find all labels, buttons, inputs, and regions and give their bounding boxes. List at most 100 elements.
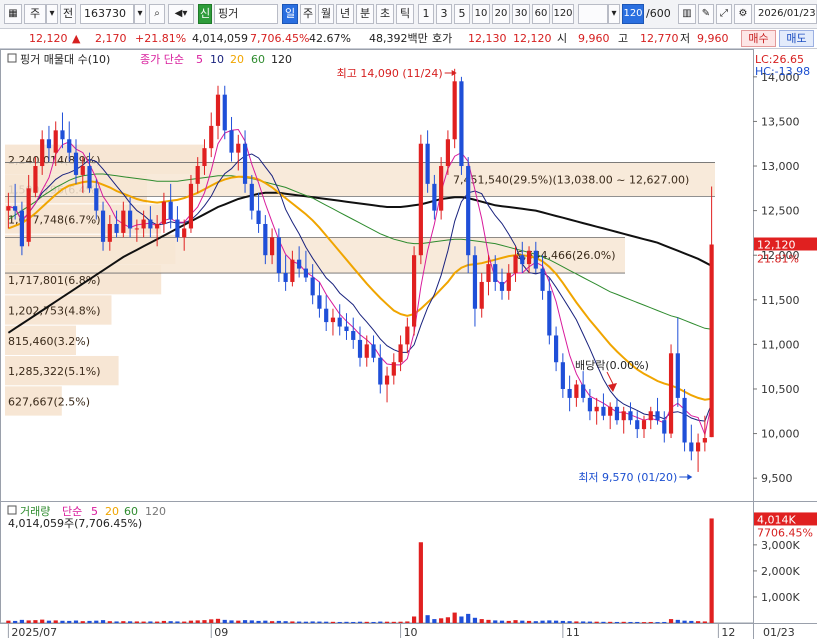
candle-body bbox=[398, 344, 403, 363]
volume-bar bbox=[378, 621, 383, 623]
period-tab-month[interactable]: 월 bbox=[318, 4, 334, 24]
candle-body bbox=[80, 166, 85, 175]
interval-5[interactable]: 5 bbox=[454, 4, 470, 24]
stock-code-input[interactable]: 163730 bbox=[80, 4, 134, 24]
candle-body bbox=[628, 411, 633, 421]
volume-bar bbox=[668, 619, 674, 623]
volume-bar bbox=[26, 620, 31, 623]
max-price-annotation: 최고 14,090 (11/24) bbox=[337, 67, 443, 80]
candle-body bbox=[378, 357, 383, 385]
volume-bar bbox=[432, 619, 437, 623]
current-price-axis-label: 12,120 bbox=[757, 239, 796, 252]
period-tab-minute[interactable]: 분 bbox=[356, 4, 374, 24]
candle-body bbox=[202, 148, 207, 167]
legend-ma10: 10 bbox=[210, 53, 224, 66]
gear-icon[interactable]: ⚙ bbox=[734, 4, 752, 24]
candle-body bbox=[337, 317, 342, 327]
candle-body bbox=[263, 223, 268, 256]
dividend-annotation: 배당락(0.00%) bbox=[575, 359, 649, 372]
candle-body bbox=[655, 411, 660, 421]
candle-body bbox=[26, 188, 31, 242]
candle-body bbox=[161, 201, 167, 224]
interval-20[interactable]: 20 bbox=[492, 4, 510, 24]
bid-price: 12,120 bbox=[513, 32, 552, 45]
high-label: 고 bbox=[618, 32, 629, 45]
search-icon[interactable]: ⌕ bbox=[149, 4, 165, 24]
candle-body bbox=[242, 143, 248, 184]
volume-bar bbox=[161, 620, 167, 623]
interval-1[interactable]: 1 bbox=[418, 4, 434, 24]
volume-bar bbox=[635, 621, 640, 623]
count-input[interactable]: 120 bbox=[622, 4, 644, 24]
interval-120[interactable]: 120 bbox=[552, 4, 574, 24]
volume-bar bbox=[601, 621, 606, 623]
volume-bar bbox=[452, 612, 457, 623]
volume-bar bbox=[709, 518, 714, 623]
candle-body bbox=[594, 406, 599, 412]
mode-select[interactable]: 주 bbox=[24, 4, 46, 24]
code-dropdown-icon[interactable]: ▾ bbox=[134, 4, 146, 24]
mode-dropdown-icon[interactable]: ▾ bbox=[46, 4, 58, 24]
period-tab-tick[interactable]: 틱 bbox=[396, 4, 414, 24]
volume-bar bbox=[662, 621, 667, 623]
volume-bar bbox=[276, 620, 281, 623]
volume-tick-label: 2,000K bbox=[761, 565, 800, 578]
min-arrow-head bbox=[687, 474, 693, 480]
mode-label: 주 bbox=[29, 7, 41, 20]
candle-body bbox=[276, 237, 281, 274]
candle-body bbox=[182, 228, 187, 238]
volume-bar bbox=[107, 621, 112, 623]
candle-body bbox=[114, 223, 119, 233]
candle-body bbox=[520, 255, 525, 265]
date-field[interactable]: 2026/01/23 bbox=[754, 4, 817, 24]
volume-bar bbox=[114, 621, 119, 623]
interval-3[interactable]: 3 bbox=[436, 4, 452, 24]
candle-body bbox=[479, 281, 484, 309]
volume-bar bbox=[242, 620, 248, 623]
interval-10[interactable]: 10 bbox=[472, 4, 490, 24]
expand-icon[interactable]: ⤢ bbox=[716, 4, 732, 24]
candle-body bbox=[188, 183, 194, 229]
volume-bar bbox=[222, 619, 227, 623]
volume-tick-label: 3,000K bbox=[761, 539, 800, 552]
interval-dropdown-icon[interactable]: ▾ bbox=[608, 4, 620, 24]
interval-30[interactable]: 30 bbox=[512, 4, 530, 24]
volume-bar bbox=[364, 621, 369, 623]
x-tick-label: 12 bbox=[721, 626, 735, 639]
candle-body bbox=[364, 344, 369, 358]
interval-60[interactable]: 60 bbox=[532, 4, 550, 24]
interval-custom-input[interactable] bbox=[578, 4, 608, 24]
candle-body bbox=[709, 244, 714, 438]
x-tick-label: 09 bbox=[214, 626, 228, 639]
period-tab-day[interactable]: 일 bbox=[282, 4, 298, 24]
volume-bar bbox=[425, 615, 430, 623]
draw-tool-icon[interactable]: ✎ bbox=[698, 4, 714, 24]
sell-button[interactable]: 매도 bbox=[779, 30, 814, 47]
y-tick-label: 11,500 bbox=[761, 294, 800, 307]
candle-body bbox=[148, 219, 153, 229]
volume-bar bbox=[337, 621, 342, 623]
volume-bar bbox=[141, 621, 146, 623]
volume-bar bbox=[628, 621, 633, 623]
volume-bar bbox=[567, 621, 572, 623]
volume-bar bbox=[574, 621, 579, 623]
volume-bar bbox=[695, 621, 701, 623]
chart-type-icon[interactable]: ▦ bbox=[4, 4, 22, 24]
period-tab-year[interactable]: 년 bbox=[336, 4, 354, 24]
volume-bar bbox=[614, 621, 620, 623]
grid-settings-icon[interactable]: ▥ bbox=[678, 4, 696, 24]
period-tab-second[interactable]: 초 bbox=[376, 4, 394, 24]
price-volume-chart: 2,240,014(8.9%)1,500,796(6.4%)1,677,748(… bbox=[0, 49, 817, 639]
period-button[interactable]: 전 bbox=[60, 4, 76, 24]
volume-bar bbox=[269, 621, 275, 623]
period-tab-week[interactable]: 주 bbox=[300, 4, 316, 24]
ask-price: 12,130 bbox=[468, 32, 507, 45]
buy-button[interactable]: 매수 bbox=[741, 30, 776, 47]
volume-bar bbox=[33, 620, 38, 623]
candle-body bbox=[493, 264, 498, 282]
candle-body bbox=[411, 255, 417, 327]
right-bottom-date: 01/23 bbox=[763, 626, 795, 639]
candle-body bbox=[560, 362, 565, 389]
sound-icon[interactable]: ◀▾ bbox=[168, 4, 194, 24]
change-percent: +21.81% bbox=[135, 32, 187, 45]
